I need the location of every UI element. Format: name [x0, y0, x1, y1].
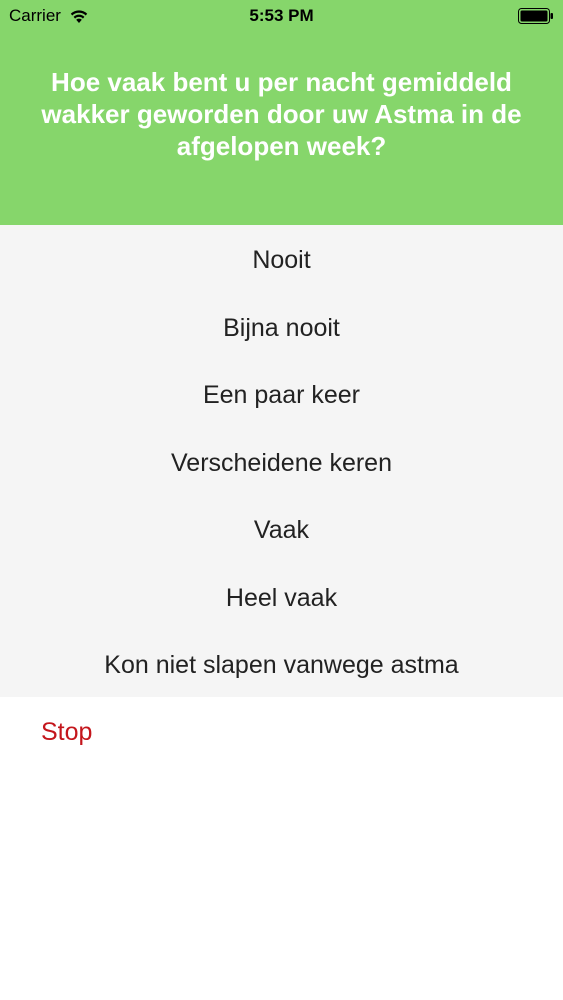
battery-icon	[518, 8, 553, 24]
answer-option[interactable]: Verscheidene keren	[0, 433, 563, 493]
answer-option[interactable]: Vaak	[0, 500, 563, 560]
answer-option[interactable]: Bijna nooit	[0, 298, 563, 358]
answer-option[interactable]: Nooit	[0, 230, 563, 290]
questionnaire-screen: Carrier 5:53 PM Hoe vaak bent u per nach…	[0, 0, 563, 1000]
question-text: Hoe vaak bent u per nacht gemiddeld wakk…	[41, 67, 522, 161]
answer-option[interactable]: Kon niet slapen vanwege astma	[0, 635, 563, 695]
status-time: 5:53 PM	[249, 6, 314, 25]
answer-option[interactable]: Heel vaak	[0, 568, 563, 628]
answer-option[interactable]: Een paar keer	[0, 365, 563, 425]
stop-button[interactable]: Stop	[41, 714, 92, 750]
question-header: Carrier 5:53 PM Hoe vaak bent u per nach…	[0, 0, 563, 225]
answer-options-list: Nooit Bijna nooit Een paar keer Verschei…	[0, 225, 563, 697]
status-bar: Carrier 5:53 PM	[0, 0, 563, 32]
